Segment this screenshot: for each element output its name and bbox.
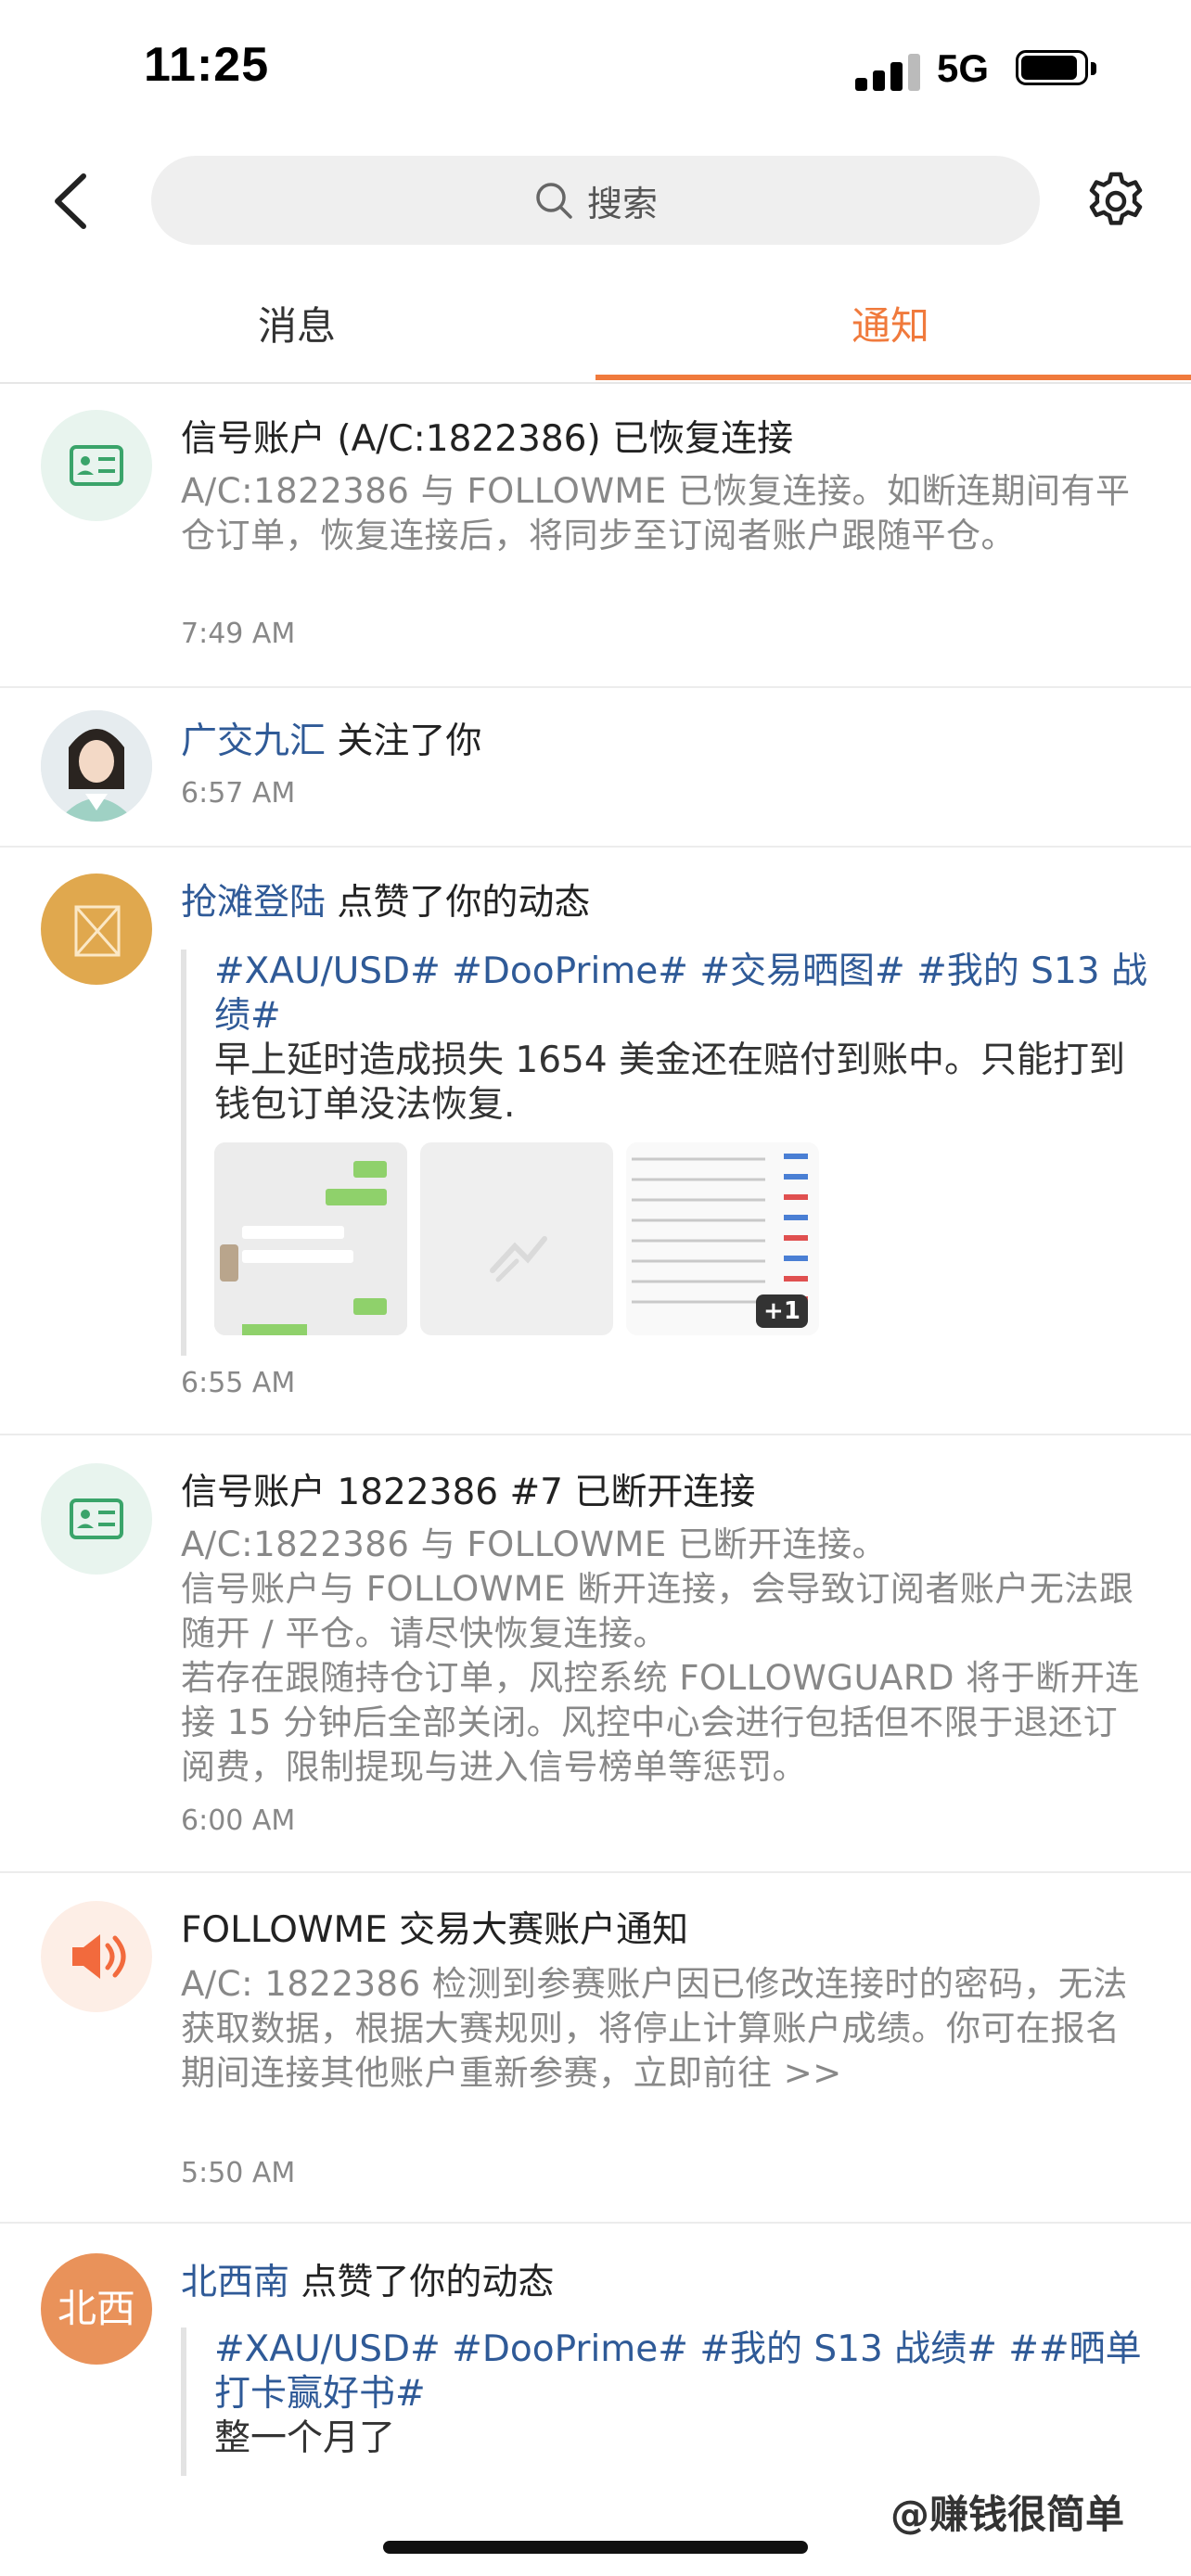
broken-image-icon: [74, 905, 121, 957]
active-tab-indicator: [596, 375, 1191, 380]
notification-body: A/C:1822386 与 FOLLOWME 已断开连接。 信号账户与 FOLL…: [181, 1523, 1146, 1790]
more-images-badge: +1: [756, 1294, 808, 1328]
id-card-icon: [70, 1498, 123, 1539]
search-icon: [536, 183, 572, 219]
post-image-thumbnail[interactable]: +1: [626, 1142, 819, 1335]
action-text: 关注了你: [337, 721, 482, 762]
notification-title: 抢滩登陆 点赞了你的动态: [181, 874, 590, 925]
watermark: @赚钱很简单: [890, 2492, 1125, 2537]
notification-time: 6:57 AM: [181, 777, 296, 810]
notification-title: FOLLOWME 交易大赛账户通知: [181, 1909, 689, 1951]
notification-icon-badge: [41, 410, 152, 521]
body-paragraph: A/C:1822386 与 FOLLOWME 已恢复连接。如断连期间有平仓订单，…: [181, 471, 1131, 555]
tab-bar: 消息 通知: [0, 278, 1191, 384]
quoted-post[interactable]: #XAU/USD# #DooPrime# #交易晒图# #我的 S13 战绩# …: [181, 950, 1170, 1356]
notification-item[interactable]: FOLLOWME 交易大赛账户通知 A/C: 1822386 检测到参赛账户因已…: [0, 1873, 1191, 2224]
search-bar[interactable]: 搜索: [151, 156, 1040, 245]
post-text: 整一个月了: [214, 2417, 396, 2459]
quoted-post[interactable]: #XAU/USD# #DooPrime# #我的 S13 战绩# ##晒单打卡赢…: [181, 2327, 1170, 2476]
notification-body: A/C: 1822386 检测到参赛账户因已修改连接时的密码，无法获取数据，根据…: [181, 1962, 1146, 2096]
post-tags[interactable]: #XAU/USD# #DooPrime# #我的 S13 战绩# ##晒单打卡赢…: [214, 2327, 1160, 2417]
notification-title: 广交九汇 关注了你: [181, 712, 481, 764]
notification-time: 6:00 AM: [181, 1804, 296, 1837]
notification-title: 信号账户 (A/C:1822386) 已恢复连接: [181, 418, 794, 460]
tab-messages[interactable]: 消息: [258, 295, 336, 351]
user-photo-icon: [41, 710, 152, 822]
user-avatar[interactable]: [41, 874, 152, 985]
network-label: 5G: [937, 46, 990, 90]
notification-item[interactable]: 广交九汇 关注了你 6:57 AM: [0, 688, 1191, 848]
body-paragraph: 信号账户与 FOLLOWME 断开连接，会导致订阅者账户无法跟随开 / 平仓。请…: [181, 1569, 1134, 1653]
user-avatar[interactable]: [41, 710, 152, 822]
status-time: 11:25: [144, 38, 270, 92]
signal-icon: [855, 52, 920, 91]
settings-button[interactable]: [1083, 169, 1148, 234]
action-text: 点赞了你的动态: [301, 2262, 555, 2303]
notification-time: 7:49 AM: [181, 618, 296, 650]
id-card-icon: [70, 445, 123, 486]
notification-item[interactable]: 信号账户 (A/C:1822386) 已恢复连接 A/C:1822386 与 F…: [0, 384, 1191, 688]
post-tags[interactable]: #XAU/USD# #DooPrime# #交易晒图# #我的 S13 战绩#: [214, 950, 1160, 1039]
body-paragraph: A/C:1822386 与 FOLLOWME 已断开连接。: [181, 1524, 887, 1564]
body-paragraph[interactable]: A/C: 1822386 检测到参赛账户因已修改连接时的密码，无法获取数据，根据…: [181, 1962, 1146, 2096]
notification-icon-badge: [41, 1901, 152, 2012]
notification-time: 5:50 AM: [181, 2157, 296, 2189]
notification-icon-badge: [41, 1463, 152, 1575]
notification-time: 6:55 AM: [181, 1367, 296, 1399]
tab-notifications[interactable]: 通知: [852, 295, 929, 351]
notification-item[interactable]: 信号账户 1822386 #7 已断开连接 A/C:1822386 与 FOLL…: [0, 1435, 1191, 1873]
avatar-text: 北西: [57, 2286, 135, 2331]
action-text: 点赞了你的动态: [337, 882, 591, 924]
top-nav: 搜索: [0, 148, 1191, 260]
post-image-thumbnail[interactable]: [420, 1142, 613, 1335]
user-name-link[interactable]: 北西南: [181, 2262, 289, 2303]
chat-screenshot-icon: [214, 1142, 407, 1335]
image-placeholder-icon: [490, 1236, 547, 1282]
search-placeholder: 搜索: [586, 183, 658, 224]
notification-item[interactable]: 抢滩登陆 点赞了你的动态 #XAU/USD# #DooPrime# #交易晒图#…: [0, 848, 1191, 1435]
body-paragraph: 若存在跟随持仓订单，风控系统 FOLLOWGUARD 将于断开连接 15 分钟后…: [181, 1658, 1140, 1787]
notification-title: 北西南 点赞了你的动态: [181, 2253, 554, 2305]
post-image-thumbnail[interactable]: [214, 1142, 407, 1335]
back-button[interactable]: [46, 169, 102, 234]
status-bar: 11:25 5G: [0, 0, 1191, 139]
chevron-left-icon: [55, 173, 86, 229]
post-text: 早上延时造成损失 1654 美金还在赔付到账中。只能打到钱包订单没法恢复.: [214, 1039, 1126, 1126]
notification-title: 信号账户 1822386 #7 已断开连接: [181, 1472, 756, 1513]
speaker-icon: [72, 1934, 126, 1979]
user-name-link[interactable]: 抢滩登陆: [181, 882, 326, 924]
user-avatar[interactable]: 北西: [41, 2253, 152, 2365]
user-name-link[interactable]: 广交九汇: [181, 721, 326, 762]
battery-icon: [1016, 50, 1097, 87]
notification-body: A/C:1822386 与 FOLLOWME 已恢复连接。如断连期间有平仓订单，…: [181, 469, 1146, 558]
gear-icon: [1089, 172, 1143, 225]
home-indicator[interactable]: [383, 2541, 808, 2554]
